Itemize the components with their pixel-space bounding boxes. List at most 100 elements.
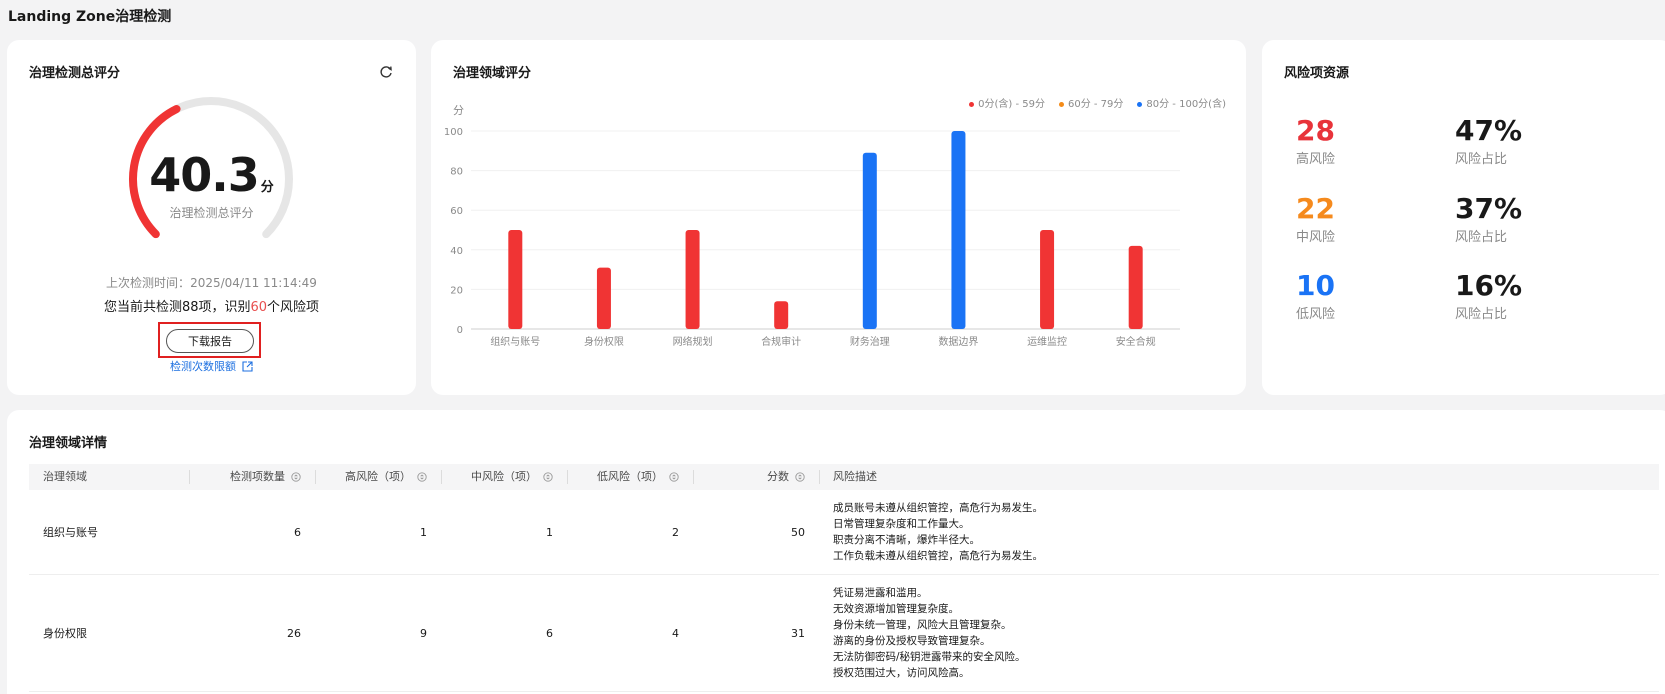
quota-link[interactable]: 检测次数限额: [170, 358, 253, 374]
desc-line: 凭证易泄露和滥用。: [833, 587, 928, 599]
table-header: 治理领域 检测项数量 高风险（项） 中风险（项） 低风险（项） 分数 风险描述: [29, 464, 1659, 490]
mid-risk-count: 22: [1296, 192, 1335, 225]
col-high-label: 高风险（项）: [345, 470, 411, 483]
score-card-title: 治理检测总评分: [29, 66, 121, 81]
bar: [951, 131, 966, 329]
cell-score: 50: [791, 525, 805, 539]
desc-line: 日常管理复杂度和工作量大。: [833, 518, 970, 530]
mid-risk-pct: 37%: [1455, 192, 1523, 225]
domain-detail-card: 治理领域详情 治理领域 检测项数量 高风险（项） 中风险（项） 低风险（项） 分…: [7, 410, 1665, 694]
x-tick-label: 组织与账号: [490, 335, 540, 348]
y-tick-label: 40: [450, 246, 463, 257]
cell-desc: 成员账号未遵从组织管控，高危行为易发生。 日常管理复杂度和工作量大。 职责分离不…: [819, 490, 1659, 574]
x-tick-label: 运维监控: [1027, 335, 1067, 348]
high-risk-pct: 47%: [1455, 114, 1523, 147]
score-card: 治理检测总评分 40.3 分 治理检测总评分 上次检测时间：2025/04/11 …: [7, 40, 416, 395]
bar: [1040, 230, 1055, 329]
bar: [685, 230, 700, 329]
score-unit: 分: [260, 180, 274, 195]
y-tick-label: 20: [450, 285, 463, 296]
col-domain: 治理领域: [43, 470, 87, 483]
y-axis-unit: 分: [453, 104, 464, 117]
high-risk-count: 28: [1296, 114, 1335, 147]
check-summary: 您当前共检测88项，识别60个风险项: [7, 296, 416, 315]
score-value: 40.3: [149, 148, 259, 202]
bar: [508, 230, 523, 329]
last-check-time: 上次检测时间：2025/04/11 11:14:49: [7, 274, 416, 291]
sort-icon[interactable]: [291, 472, 301, 482]
domain-score-card: 治理领域评分 0分(含) - 59分 60分 - 79分 80分 - 100分(…: [431, 40, 1246, 395]
risk-resource-card: 风险项资源 28 高风险 47% 风险占比 22 中风险 37% 风险占比 10…: [1262, 40, 1665, 395]
score-display: 40.3 分: [7, 148, 416, 202]
cell-domain: 身份权限: [43, 627, 87, 640]
col-mid[interactable]: 中风险（项）: [441, 464, 567, 490]
high-risk-pct-label: 风险占比: [1455, 152, 1508, 167]
x-tick-label: 财务治理: [850, 335, 890, 348]
desc-line: 身份未统一管理，风险大且管理复杂。: [833, 619, 1012, 631]
cell-mid: 1: [546, 525, 553, 539]
col-score[interactable]: 分数: [693, 464, 819, 490]
x-tick-label: 安全合规: [1116, 335, 1156, 348]
quota-link-label: 检测次数限额: [170, 360, 236, 373]
bar: [596, 267, 611, 329]
desc-line: 无法防御密码/秘钥泄露带来的安全风险。: [833, 651, 1026, 663]
low-risk-count: 10: [1296, 269, 1335, 302]
col-high[interactable]: 高风险（项）: [315, 464, 441, 490]
mid-risk-label: 中风险: [1296, 230, 1336, 245]
table-row[interactable]: 组织与账号 6 1 1 2 50 成员账号未遵从组织管控，高危行为易发生。 日常…: [29, 490, 1659, 575]
last-time-value: 2025/04/11 11:14:49: [190, 276, 317, 290]
risk-stats: 28 高风险 47% 风险占比 22 中风险 37% 风险占比 10 低风险 1…: [1262, 40, 1665, 395]
desc-line: 职责分离不清晰，爆炸半径大。: [833, 534, 980, 546]
cell-checks: 26: [287, 626, 301, 640]
col-desc: 风险描述: [819, 464, 1659, 490]
x-tick-label: 身份权限: [584, 335, 624, 348]
cell-mid: 6: [546, 626, 553, 640]
detail-card-title: 治理领域详情: [29, 436, 108, 451]
desc-line: 授权范围过大，访问风险高。: [833, 667, 970, 679]
col-mid-label: 中风险（项）: [471, 470, 537, 483]
sort-icon[interactable]: [417, 472, 427, 482]
desc-line: 游离的身份及授权导致管理复杂。: [833, 635, 991, 647]
low-risk-label: 低风险: [1296, 307, 1336, 322]
cell-checks: 6: [294, 525, 301, 539]
download-report-button[interactable]: 下载报告: [166, 329, 254, 353]
bar: [1128, 245, 1143, 329]
col-checks[interactable]: 检测项数量: [189, 464, 315, 490]
x-tick-label: 数据边界: [938, 335, 978, 348]
sort-icon[interactable]: [795, 472, 805, 482]
summary-suffix: 个风险项: [267, 300, 320, 315]
cell-high: 9: [420, 626, 427, 640]
cell-desc: 凭证易泄露和滥用。 无效资源增加管理复杂度。 身份未统一管理，风险大且管理复杂。…: [819, 575, 1659, 691]
y-tick-label: 0: [457, 325, 463, 336]
mid-risk-pct-label: 风险占比: [1455, 230, 1508, 245]
low-risk-pct: 16%: [1455, 269, 1523, 302]
low-risk-pct-label: 风险占比: [1455, 307, 1508, 322]
desc-line: 工作负载未遵从组织管控，高危行为易发生。: [833, 550, 1043, 562]
x-tick-label: 网络规划: [673, 335, 713, 348]
sort-icon[interactable]: [669, 472, 679, 482]
y-tick-label: 100: [444, 127, 463, 138]
score-label: 治理检测总评分: [169, 206, 254, 220]
risk-item-count: 60: [250, 300, 268, 315]
high-risk-label: 高风险: [1296, 152, 1336, 167]
bar: [774, 301, 789, 329]
table-row[interactable]: 身份权限 26 9 6 4 31 凭证易泄露和滥用。 无效资源增加管理复杂度。 …: [29, 575, 1659, 692]
col-score-label: 分数: [767, 470, 789, 483]
y-tick-label: 80: [450, 167, 463, 178]
cell-high: 1: [420, 525, 427, 539]
last-time-label: 上次检测时间：: [106, 276, 191, 290]
desc-line: 成员账号未遵从组织管控，高危行为易发生。: [833, 502, 1043, 514]
sort-icon[interactable]: [543, 472, 553, 482]
y-tick-label: 60: [450, 206, 463, 217]
cell-score: 31: [791, 626, 805, 640]
cell-low: 4: [672, 626, 679, 640]
domain-bar-chart: 分 0 20 40 60 80 100 组织与账号 身份权限 网络规划 合规审计 财务治理 数据边界 运维…: [444, 104, 1180, 348]
desc-line: 无效资源增加管理复杂度。: [833, 603, 959, 615]
refresh-icon[interactable]: [378, 64, 394, 80]
col-low[interactable]: 低风险（项）: [567, 464, 693, 490]
bar: [862, 152, 877, 329]
page-title: Landing Zone治理检测: [8, 9, 172, 25]
domain-detail-table: 治理领域 检测项数量 高风险（项） 中风险（项） 低风险（项） 分数 风险描述 …: [29, 464, 1659, 692]
cell-low: 2: [672, 525, 679, 539]
summary-prefix: 您当前共检测88项，识别: [103, 300, 251, 315]
